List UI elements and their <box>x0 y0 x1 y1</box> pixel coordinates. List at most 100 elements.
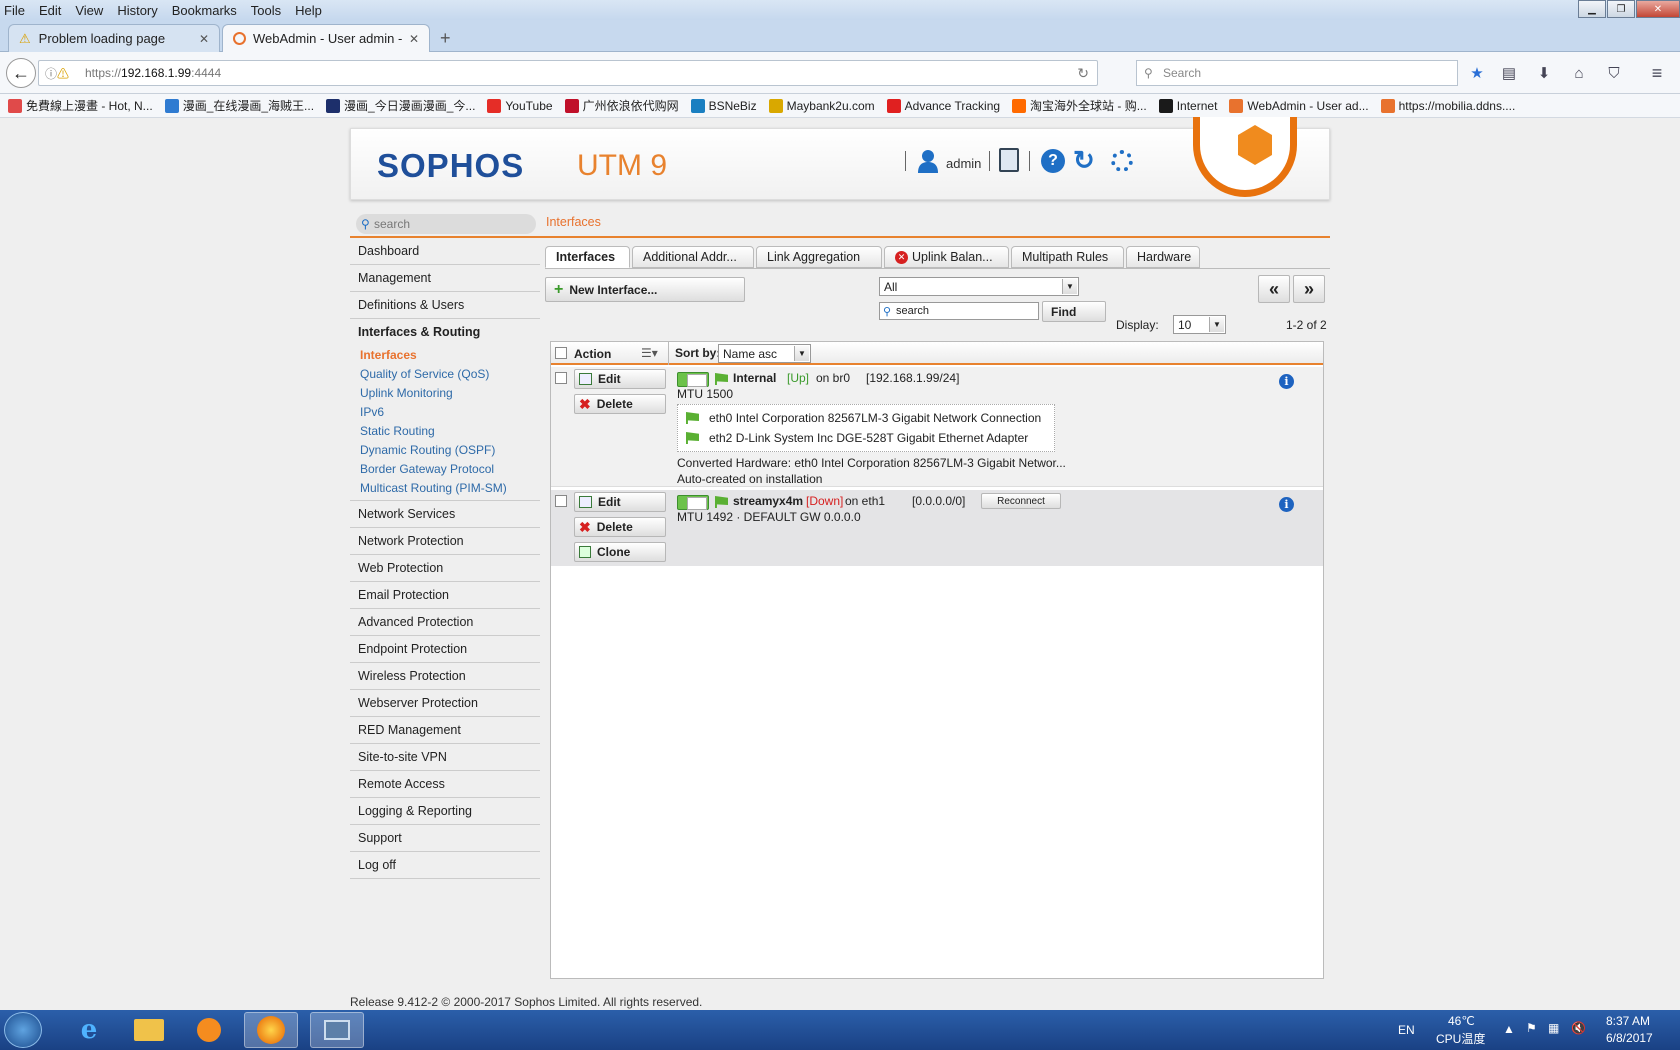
sidebar-search-input[interactable]: ⚲ search <box>356 214 536 234</box>
sidebar-subitem[interactable]: Border Gateway Protocol <box>350 460 540 479</box>
row-checkbox[interactable] <box>555 372 567 384</box>
interface-name[interactable]: streamyx4m <box>733 494 803 508</box>
menu-help[interactable]: Help <box>295 3 322 18</box>
browser-tab-webadmin[interactable]: WebAdmin - User admin - D ✕ <box>222 24 430 52</box>
select-all-checkbox[interactable] <box>555 347 567 359</box>
menu-tools[interactable]: Tools <box>251 3 281 18</box>
ie-icon[interactable]: e <box>62 1012 116 1048</box>
sidebar-subitem[interactable]: Uplink Monitoring <box>350 384 540 403</box>
tab-additional-addresses[interactable]: Additional Addr... <box>632 246 754 268</box>
sidebar-subitem[interactable]: Static Routing <box>350 422 540 441</box>
sidebar-subitem[interactable]: IPv6 <box>350 403 540 422</box>
clipboard-icon[interactable] <box>999 148 1019 172</box>
reconnect-button[interactable]: Reconnect <box>981 493 1061 509</box>
sidebar-subitem[interactable]: Interfaces <box>350 346 540 365</box>
interface-name[interactable]: Internal <box>733 371 776 385</box>
clock-date[interactable]: 6/8/2017 <box>1606 1031 1653 1045</box>
bookmark-item[interactable]: Advance Tracking <box>886 98 1000 113</box>
network-app-icon[interactable] <box>310 1012 364 1048</box>
clone-button[interactable]: Clone <box>574 542 666 562</box>
bookmark-star-icon[interactable]: ★ <box>1468 64 1486 82</box>
reading-list-icon[interactable]: ▤ <box>1500 64 1518 82</box>
bookmark-item[interactable]: WebAdmin - User ad... <box>1229 98 1369 113</box>
close-tab-icon[interactable]: ✕ <box>199 32 209 46</box>
volume-muted-icon[interactable]: 🔇 <box>1571 1021 1586 1035</box>
next-page-button[interactable]: » <box>1293 275 1325 303</box>
home-icon[interactable]: ⌂ <box>1570 64 1588 82</box>
reload-icon[interactable]: ↻ <box>1077 65 1089 82</box>
user-name[interactable]: admin <box>946 156 981 171</box>
download-icon[interactable]: ⬇ <box>1535 64 1553 82</box>
new-interface-button[interactable]: + New Interface... <box>545 277 745 302</box>
row-checkbox[interactable] <box>555 495 567 507</box>
bookmark-item[interactable]: BSNeBiz <box>690 98 757 113</box>
sidebar-subitem[interactable]: Dynamic Routing (OSPF) <box>350 441 540 460</box>
sidebar-item[interactable]: Definitions & Users <box>350 292 540 319</box>
bookmark-item[interactable]: YouTube <box>487 98 553 113</box>
sort-select[interactable]: Name asc ▼ <box>718 344 811 363</box>
bookmark-item[interactable]: 淘宝海外全球站 - 购... <box>1012 97 1147 114</box>
firefox-icon[interactable] <box>244 1012 298 1048</box>
info-icon[interactable]: i <box>1279 497 1294 512</box>
edit-button[interactable]: Edit <box>574 492 666 512</box>
enable-toggle[interactable] <box>677 372 709 387</box>
tray-expand-icon[interactable]: ▲ <box>1503 1022 1515 1036</box>
tab-uplink-balancing[interactable]: ✕ Uplink Balan... <box>884 246 1009 268</box>
help-icon[interactable]: ? <box>1041 149 1065 173</box>
menu-view[interactable]: View <box>75 3 103 18</box>
sidebar-item[interactable]: Advanced Protection <box>350 609 540 636</box>
pocket-icon[interactable]: ⛉ <box>1605 64 1623 82</box>
bookmark-item[interactable]: https://mobilia.ddns.... <box>1380 98 1515 113</box>
enable-toggle[interactable] <box>677 495 709 510</box>
menu-edit[interactable]: Edit <box>39 3 61 18</box>
back-arrow-icon[interactable]: ← <box>6 58 36 88</box>
column-menu-icon[interactable]: ☰▾ <box>641 346 658 360</box>
find-button[interactable]: Find <box>1042 301 1106 322</box>
sidebar-subitem[interactable]: Multicast Routing (PIM-SM) <box>350 479 540 498</box>
sidebar-item[interactable]: Logging & Reporting <box>350 798 540 825</box>
menu-file[interactable]: File <box>4 3 25 18</box>
language-indicator[interactable]: EN <box>1398 1023 1415 1037</box>
window-close-button[interactable]: ✕ <box>1636 0 1680 18</box>
tab-multipath-rules[interactable]: Multipath Rules <box>1011 246 1124 268</box>
sidebar-item[interactable]: Email Protection <box>350 582 540 609</box>
filter-select[interactable]: All ▼ <box>879 277 1079 296</box>
bookmark-item[interactable]: Internet <box>1158 98 1217 113</box>
tab-interfaces[interactable]: Interfaces <box>545 246 630 268</box>
bookmark-item[interactable]: Maybank2u.com <box>768 98 875 113</box>
menu-bookmarks[interactable]: Bookmarks <box>172 3 237 18</box>
site-info-icon[interactable]: ⓘ⚠ <box>45 65 69 82</box>
info-icon[interactable]: i <box>1279 374 1294 389</box>
tab-hardware[interactable]: Hardware <box>1126 246 1200 268</box>
sidebar-item[interactable]: Site-to-site VPN <box>350 744 540 771</box>
explorer-folder-icon[interactable] <box>122 1012 176 1048</box>
sidebar-item[interactable]: Webserver Protection <box>350 690 540 717</box>
menu-history[interactable]: History <box>117 3 157 18</box>
browser-search-input[interactable]: ⚲ Search <box>1136 60 1458 86</box>
sidebar-item[interactable]: Remote Access <box>350 771 540 798</box>
bookmark-item[interactable]: 漫画_今日漫画漫画_今... <box>326 97 475 114</box>
sidebar-item[interactable]: Log off <box>350 852 540 879</box>
close-tab-icon[interactable]: ✕ <box>409 32 419 46</box>
sidebar-item[interactable]: Wireless Protection <box>350 663 540 690</box>
media-player-icon[interactable] <box>182 1012 236 1048</box>
browser-tab-problem[interactable]: ⚠ Problem loading page ✕ <box>8 24 220 52</box>
url-bar[interactable]: ⓘ⚠ https://192.168.1.99:4444 ↻ <box>38 60 1098 86</box>
network-icon[interactable]: ▦ <box>1548 1021 1559 1035</box>
action-center-flag-icon[interactable]: ⚑ <box>1526 1021 1537 1035</box>
bookmark-item[interactable]: 免費線上漫畫 - Hot, N... <box>8 97 153 114</box>
bookmark-item[interactable]: 广州依浪依代购网 <box>564 97 679 114</box>
prev-page-button[interactable]: « <box>1258 275 1290 303</box>
sidebar-item[interactable]: Network Services <box>350 501 540 528</box>
new-tab-icon[interactable]: + <box>440 28 451 49</box>
grid-search-input[interactable]: ⚲ search <box>879 302 1039 320</box>
sidebar-subitem[interactable]: Quality of Service (QoS) <box>350 365 540 384</box>
edit-button[interactable]: Edit <box>574 369 666 389</box>
tab-link-aggregation[interactable]: Link Aggregation <box>756 246 882 268</box>
sidebar-item[interactable]: Network Protection <box>350 528 540 555</box>
minimize-button[interactable]: ▁ <box>1578 0 1606 18</box>
sidebar-item[interactable]: Support <box>350 825 540 852</box>
bookmark-item[interactable]: 漫画_在线漫画_海贼王... <box>164 97 314 114</box>
delete-button[interactable]: ✖ Delete <box>574 394 666 414</box>
sidebar-item[interactable]: Endpoint Protection <box>350 636 540 663</box>
